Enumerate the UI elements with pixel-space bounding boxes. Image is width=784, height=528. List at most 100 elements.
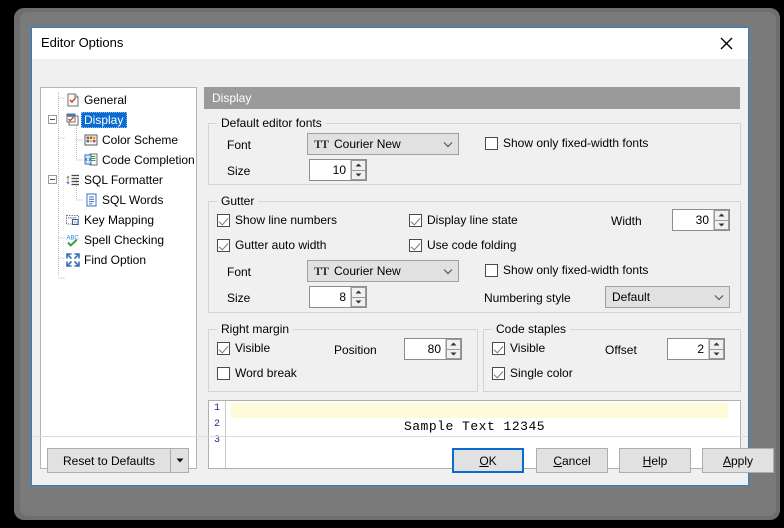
sidebar-item-general[interactable]: General (41, 90, 196, 110)
svg-text:ABC: ABC (66, 236, 79, 242)
gutter-font-label: Font (227, 265, 252, 279)
sidebar-item-key-mapping[interactable]: A Key Mapping (41, 210, 196, 230)
checkbox-label: Single color (510, 366, 573, 380)
default-font-size-stepper[interactable]: 10 (309, 159, 367, 181)
group-default-editor-fonts: Default editor fonts Font T T Courier Ne… (208, 116, 741, 185)
word-break-checkbox[interactable]: Word break (217, 366, 297, 380)
gutter-fixed-width-checkbox[interactable]: Show only fixed-width fonts (485, 263, 648, 277)
show-line-numbers-checkbox[interactable]: Show line numbers (217, 213, 337, 227)
gutter-width-stepper[interactable]: 30 (672, 209, 730, 231)
sidebar-item-label: Color Scheme (102, 133, 179, 147)
font-type-icon: T T (314, 136, 329, 151)
sidebar-item-code-completion[interactable]: Code Completion (41, 150, 196, 170)
numbering-style-label: Numbering style (484, 291, 571, 305)
group-title: Default editor fonts (217, 116, 326, 130)
ok-label: K (488, 453, 497, 468)
settings-tree[interactable]: General Display Color Scheme Code Comple… (40, 87, 197, 469)
window-title: Editor Options (41, 35, 124, 50)
reset-to-defaults-dropdown-icon[interactable] (170, 448, 189, 473)
checkbox-box (409, 238, 422, 252)
group-right-margin: Right margin Visible Word break Position… (208, 322, 478, 392)
preview-line-number: 1 (213, 403, 220, 414)
stepper-up-icon[interactable] (351, 287, 366, 297)
checkbox-label: Show only fixed-width fonts (503, 263, 649, 277)
use-code-folding-checkbox[interactable]: Use code folding (409, 238, 516, 252)
tree-expander-sql-formatter[interactable] (47, 172, 59, 188)
keyboard-icon: A (65, 212, 81, 228)
apply-accel: A (722, 453, 731, 468)
page-title: Display (204, 87, 740, 109)
stepper-down-icon[interactable] (714, 219, 729, 230)
stepper-down-icon[interactable] (351, 169, 366, 180)
stepper-up-icon[interactable] (351, 160, 366, 170)
code-staples-offset-value: 2 (697, 342, 704, 356)
stepper-down-icon[interactable] (351, 296, 366, 307)
document-lines-icon (83, 192, 99, 208)
stepper-up-icon[interactable] (446, 339, 461, 349)
chevron-down-icon (438, 268, 458, 275)
sidebar-item-sql-formatter[interactable]: SQL Formatter (41, 170, 196, 190)
gutter-size-label: Size (227, 291, 251, 305)
default-fonts-fixed-width-checkbox[interactable]: Show only fixed-width fonts (485, 136, 648, 150)
numbering-style-combo[interactable]: Default (605, 286, 730, 308)
checkbox-box (217, 213, 230, 227)
chevron-down-icon (438, 141, 458, 148)
checkbox-label: Show line numbers (235, 213, 338, 227)
sidebar-item-sql-words[interactable]: SQL Words (41, 190, 196, 210)
stepper-down-icon[interactable] (446, 348, 461, 359)
dialog-body: General Display Color Scheme Code Comple… (32, 59, 774, 485)
code-staples-offset-stepper[interactable]: 2 (667, 338, 725, 360)
page-title-text: Display (212, 91, 252, 105)
group-title: Code staples (492, 322, 571, 336)
sidebar-item-label: SQL Formatter (84, 173, 163, 187)
stepper-down-icon[interactable] (709, 348, 724, 359)
gutter-width-label: Width (611, 214, 642, 228)
document-check-icon (65, 92, 81, 108)
stepper-buttons[interactable] (350, 287, 366, 307)
stepper-buttons[interactable] (708, 339, 724, 359)
sidebar-item-label: Spell Checking (84, 233, 165, 247)
sidebar-item-find-option[interactable]: Find Option (41, 250, 196, 270)
window-check-icon (65, 112, 81, 128)
gutter-font-combo[interactable]: T T Courier New (307, 260, 459, 282)
sidebar-item-label: Key Mapping (84, 213, 155, 227)
apply-label: pply (731, 453, 754, 468)
stepper-buttons[interactable] (713, 210, 729, 230)
right-margin-position-stepper[interactable]: 80 (404, 338, 462, 360)
display-line-state-checkbox[interactable]: Display line state (409, 213, 518, 227)
default-font-size-value: 10 (332, 163, 346, 177)
checkbox-box (492, 341, 505, 355)
gutter-font-size-stepper[interactable]: 8 (309, 286, 367, 308)
tree-expander-display[interactable] (47, 112, 59, 128)
cancel-accel: C (553, 453, 562, 468)
stepper-up-icon[interactable] (709, 339, 724, 349)
stepper-buttons[interactable] (445, 339, 461, 359)
code-staples-visible-checkbox[interactable]: Visible (492, 341, 545, 355)
default-font-combo[interactable]: T T Courier New (307, 133, 459, 155)
font-type-icon: T T (314, 263, 329, 278)
sidebar-item-display[interactable]: Display (41, 110, 196, 130)
single-color-checkbox[interactable]: Single color (492, 366, 573, 380)
checkbox-box (217, 341, 230, 355)
ok-button[interactable]: OK (452, 448, 524, 473)
preview-current-line-highlight (231, 403, 728, 418)
sort-lines-icon (65, 172, 81, 188)
right-margin-visible-checkbox[interactable]: Visible (217, 341, 270, 355)
checkbox-box (492, 366, 505, 380)
reset-label: eset to Defaults (71, 453, 156, 468)
sidebar-item-label: Code Completion (102, 153, 195, 167)
stepper-buttons[interactable] (350, 160, 366, 180)
reset-to-defaults-button[interactable]: Reset to Defaults (47, 448, 170, 473)
cancel-button[interactable]: Cancel (536, 448, 608, 473)
sidebar-item-color-scheme[interactable]: Color Scheme (41, 130, 196, 150)
sidebar-item-spell-checking[interactable]: ABC Spell Checking (41, 230, 196, 250)
apply-button[interactable]: Apply (702, 448, 774, 473)
stepper-up-icon[interactable] (714, 210, 729, 220)
help-button[interactable]: Help (619, 448, 691, 473)
ok-accel: O (479, 453, 489, 468)
dialog-button-bar: Reset to Defaults OK Cancel Help Apply (32, 436, 774, 485)
checkbox-box (217, 366, 230, 380)
close-icon[interactable] (704, 28, 748, 58)
sidebar-item-label: SQL Words (102, 193, 164, 207)
gutter-auto-width-checkbox[interactable]: Gutter auto width (217, 238, 326, 252)
